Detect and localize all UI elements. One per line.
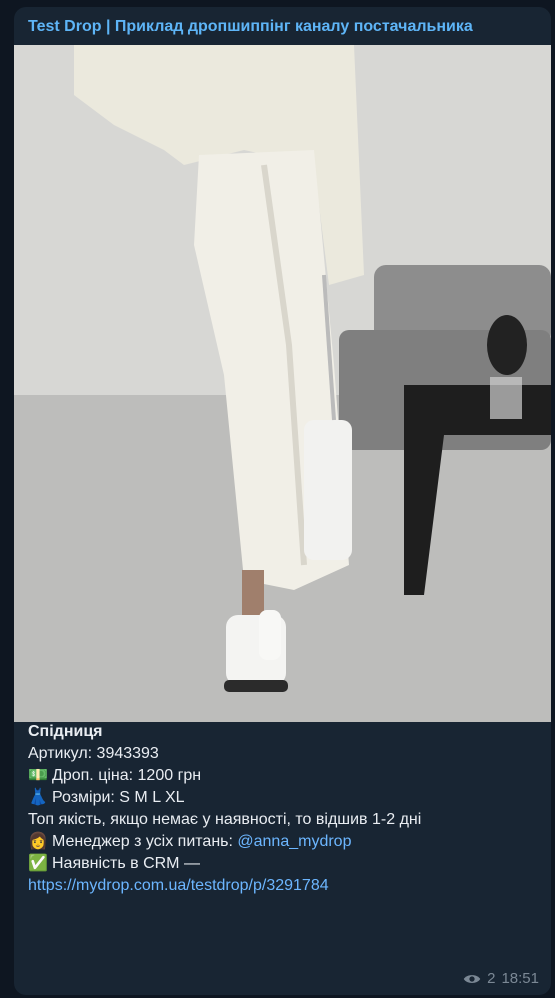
timestamp: 18:51 [501, 970, 539, 987]
sizes-line: 👗 Розміри: S M L XL [28, 787, 541, 809]
channel-header[interactable]: Test Drop | Приклад дропшиппінг каналу п… [28, 18, 543, 42]
view-count: 2 [487, 970, 496, 987]
product-photo[interactable] [14, 45, 551, 722]
dress-icon: 👗 [28, 789, 48, 806]
crm-link[interactable]: https://mydrop.com.ua/testdrop/p/3291784 [28, 875, 541, 897]
manager-link[interactable]: @anna_mydrop [237, 833, 351, 850]
manager-line: 👩 Менеджер з усіх питань: @anna_mydrop [28, 831, 541, 853]
check-icon: ✅ [28, 855, 48, 872]
message-bubble: Test Drop | Приклад дропшиппінг каналу п… [14, 7, 551, 995]
post-text: Спідниця Артикул: 3943393 💵 Дроп. ціна: 1… [28, 721, 541, 897]
channel-name[interactable]: Test Drop [28, 18, 101, 35]
channel-subtitle[interactable]: Приклад дропшиппінг каналу постачальника [115, 18, 473, 35]
post-title: Спідниця [28, 723, 103, 740]
eye-icon [463, 974, 481, 983]
crm-line: ✅ Наявність в CRM — [28, 853, 541, 875]
message-meta: 2 18:51 [463, 970, 539, 987]
article-number: Артикул: 3943393 [28, 745, 159, 762]
quality-note: Топ якість, якщо немає у наявності, то в… [28, 811, 422, 828]
product-photo-illustration [14, 45, 551, 722]
manager-icon: 👩 [28, 833, 48, 850]
money-icon: 💵 [28, 767, 48, 784]
price-line: 💵 Дроп. ціна: 1200 грн [28, 765, 541, 787]
channel-separator: | [105, 18, 111, 35]
